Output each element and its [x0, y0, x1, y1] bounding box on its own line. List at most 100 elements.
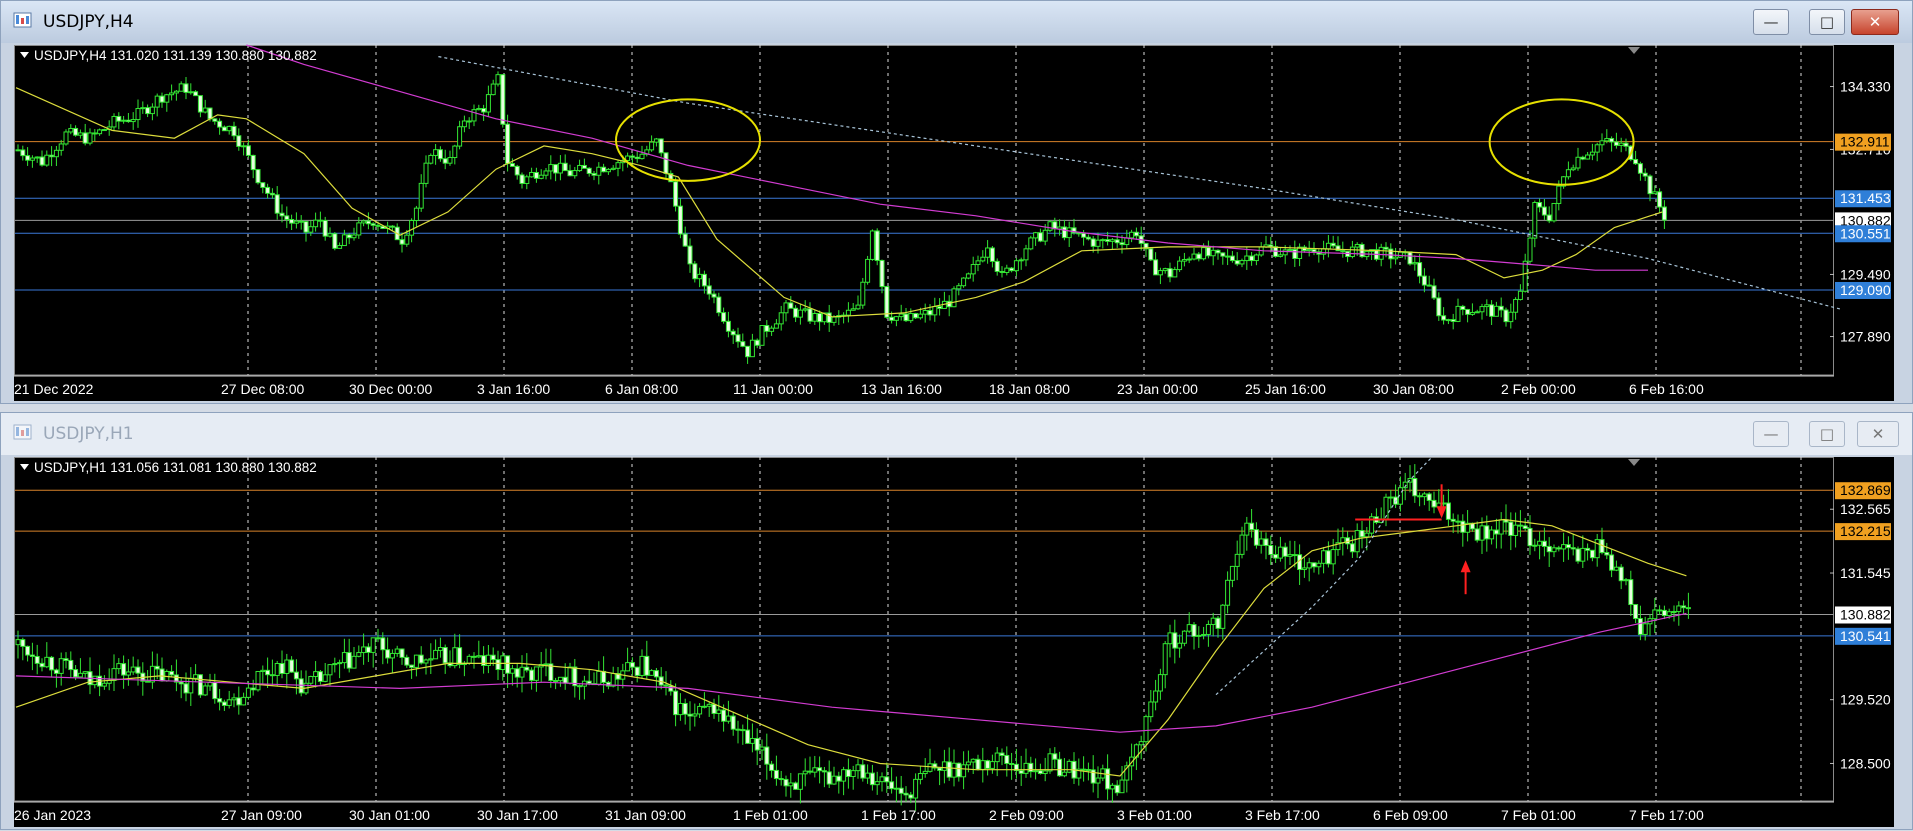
candle-body	[1061, 771, 1067, 777]
candle-body	[601, 166, 607, 173]
candle-body	[1225, 255, 1231, 258]
candle-body	[975, 260, 981, 266]
candle-body	[428, 658, 434, 661]
candle-body	[49, 656, 55, 671]
h1-window[interactable]: USDJPY,H1 — □ ✕ 26 Jan 2023 27 Jan 09:00 3…	[0, 412, 1913, 830]
scroll-marker-icon	[1628, 459, 1640, 466]
candle-body	[1330, 242, 1336, 247]
candle-body	[1129, 231, 1135, 239]
candle-body	[629, 155, 635, 158]
candle-body	[826, 312, 832, 323]
h1-price-chart[interactable]: 26 Jan 2023 27 Jan 09:00 30 Jan 01:00 30 Ja…	[14, 456, 1894, 827]
candle-body	[1081, 232, 1087, 238]
x-tick-label: 7 Feb 01:00	[1501, 807, 1576, 823]
candle-body	[778, 778, 784, 781]
candle-body	[1657, 191, 1663, 208]
candle-body	[341, 234, 347, 247]
candle-body	[1205, 247, 1211, 257]
candle-body	[418, 182, 424, 209]
candle-body	[783, 778, 789, 787]
h4-titlebar[interactable]: USDJPY,H4 — □ ✕	[1, 1, 1912, 43]
candle-body	[961, 764, 967, 778]
candle-body	[1153, 259, 1159, 276]
candle-body	[725, 320, 731, 332]
candle-body	[1004, 267, 1010, 273]
candle-body	[577, 164, 583, 172]
candle-body	[255, 670, 261, 691]
candle-body	[476, 108, 482, 111]
plot-frame	[14, 45, 1834, 376]
candle-body	[865, 258, 871, 283]
candle-body	[1191, 624, 1197, 637]
candle-body	[423, 659, 429, 664]
candle-body	[898, 313, 904, 318]
candle-body	[1095, 777, 1101, 784]
candle-body	[1445, 502, 1451, 520]
arrow-up-icon	[1460, 560, 1471, 573]
candle-body	[1388, 496, 1394, 499]
candle-body	[1282, 249, 1288, 256]
candle-body	[361, 646, 367, 654]
candle-body	[44, 154, 50, 166]
candle-body	[1325, 550, 1331, 565]
candle-body	[893, 787, 899, 790]
candle-body	[1441, 315, 1447, 321]
candle-body	[625, 662, 631, 672]
maximize-button[interactable]: □	[1809, 9, 1845, 35]
candle-body	[1618, 566, 1624, 582]
candle-body	[1652, 609, 1658, 620]
candle-body	[1570, 547, 1576, 550]
candle-body	[706, 703, 712, 707]
candle-body	[1575, 156, 1581, 169]
candle-body	[1623, 579, 1629, 582]
candle-body	[692, 263, 698, 280]
candle-body	[341, 652, 347, 664]
candle-body	[649, 141, 655, 151]
candle-body	[1321, 248, 1327, 255]
h1-titlebar[interactable]: USDJPY,H1 — □ ✕	[1, 413, 1912, 455]
minimize-button[interactable]: —	[1753, 421, 1789, 447]
candle-body	[404, 656, 410, 666]
candle-body	[860, 764, 866, 779]
candle-body	[1426, 284, 1432, 287]
y-tick-label: 127.890	[1840, 329, 1891, 345]
minimize-button[interactable]: —	[1753, 9, 1789, 35]
candle-body	[1412, 478, 1418, 497]
candle-body	[1177, 260, 1183, 271]
candle-body	[1229, 565, 1235, 581]
h4-window[interactable]: USDJPY,H4 — □ ✕ 21 Dec 2022 27 Dec 08:00 3…	[0, 0, 1913, 404]
y-tick-label: 128.500	[1840, 755, 1891, 771]
candle-body	[1354, 530, 1360, 553]
candle-body	[831, 316, 837, 323]
candle-body	[807, 308, 813, 322]
x-tick-label: 2 Feb 09:00	[989, 807, 1064, 823]
candle-body	[1681, 605, 1687, 609]
candle-body	[481, 108, 487, 113]
candle-body	[159, 668, 165, 682]
candle-body	[1633, 158, 1639, 165]
candle-body	[1551, 202, 1557, 222]
candle-body	[1210, 249, 1216, 257]
close-button[interactable]: ✕	[1857, 421, 1899, 447]
x-tick-label: 13 Jan 16:00	[861, 381, 942, 397]
candle-body	[505, 655, 511, 674]
candle-body	[788, 782, 794, 787]
candle-body	[1657, 609, 1663, 612]
candle-body	[989, 761, 995, 769]
candle-body	[1023, 762, 1029, 774]
candle-body	[1277, 254, 1283, 257]
close-button[interactable]: ✕	[1851, 9, 1899, 35]
candle-body	[553, 679, 559, 682]
candle-body	[130, 119, 136, 123]
candle-body	[1196, 634, 1202, 637]
candle-body	[793, 307, 799, 318]
candle-body	[1225, 579, 1231, 606]
candle-body	[260, 669, 266, 672]
candle-body	[447, 157, 453, 164]
candle-body	[605, 168, 611, 173]
candle-body	[1191, 253, 1197, 260]
h4-price-chart[interactable]: 21 Dec 2022 27 Dec 08:00 30 Dec 00:00 3 Jan…	[14, 44, 1894, 401]
maximize-button[interactable]: □	[1809, 421, 1845, 447]
indicator-line	[15, 518, 1687, 777]
candle-body	[351, 655, 357, 669]
